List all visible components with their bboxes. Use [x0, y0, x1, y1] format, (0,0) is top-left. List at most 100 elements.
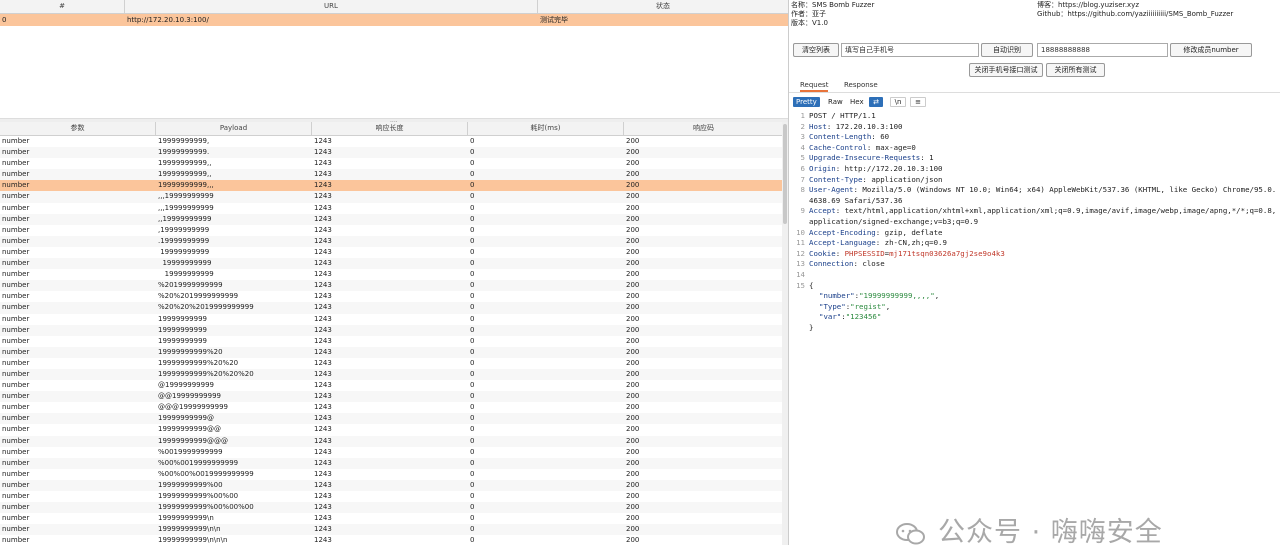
- view-pretty[interactable]: Pretty: [793, 97, 820, 107]
- cell-param: number: [2, 270, 30, 279]
- cell-time: 0: [470, 381, 475, 390]
- table-row[interactable]: number 19999999999 1243 0 200: [0, 324, 783, 336]
- line-number: 15: [796, 280, 805, 290]
- cell-length: 1243: [314, 514, 332, 523]
- payload-scrollbar[interactable]: [782, 122, 788, 545]
- table-row[interactable]: number 19999999999 1243 0 200: [0, 247, 783, 258]
- tab-bar: Request Response: [789, 80, 1280, 92]
- table-row[interactable]: number %0019999999999 1243 0 200: [0, 447, 783, 458]
- cell-time: 0: [470, 369, 475, 378]
- newline-icon[interactable]: \n: [890, 97, 906, 107]
- cell-length: 1243: [314, 303, 332, 312]
- code-line: 9 Accept: text/html,application/xhtml+xml…: [791, 206, 1278, 227]
- param-input[interactable]: 填写自己手机号: [841, 43, 979, 57]
- table-row[interactable]: number 19999999999,,, 1243 0 200: [0, 180, 783, 192]
- table-row[interactable]: number 19999999999, 1243 0 200: [0, 136, 783, 147]
- table-row[interactable]: number 19999999999 1243 0 200: [0, 314, 783, 325]
- view-raw[interactable]: Raw: [825, 97, 846, 107]
- table-row[interactable]: number 19999999999%20%20%20 1243 0 200: [0, 368, 783, 381]
- cell-param: number: [2, 181, 30, 190]
- cell-length: 1243: [314, 525, 332, 534]
- table-row[interactable]: number 19999999999\n\n\n 1243 0 200: [0, 535, 783, 545]
- table-row[interactable]: number ,19999999999 1243 0 200: [0, 225, 783, 236]
- view-hex[interactable]: Hex: [847, 97, 867, 107]
- request-editor[interactable]: 1 POST / HTTP/1.1 2 Host: 172.20.10.3:100 3 C…: [791, 111, 1278, 333]
- table-row[interactable]: number 19999999999@ 1243 0 200: [0, 413, 783, 425]
- plugin-version: 版本：V1.0: [791, 19, 828, 27]
- table-row[interactable]: number %00%0019999999999 1243 0 200: [0, 457, 783, 469]
- col-code-header[interactable]: 响应码: [624, 122, 783, 135]
- table-row[interactable]: number 19999999999\n\n 1243 0 200: [0, 524, 783, 536]
- col-status-header[interactable]: 状态: [538, 0, 788, 13]
- table-row[interactable]: number 19999999999,, 1243 0 200: [0, 169, 783, 181]
- table-row[interactable]: number 19999999999%00 1243 0 200: [0, 479, 783, 491]
- url-table: # URL 状态 0 http://172.20.10.3:100/ 测试完毕: [0, 0, 788, 118]
- table-row[interactable]: number ,,,19999999999 1243 0 200: [0, 191, 783, 203]
- cell-length: 1243: [314, 358, 332, 367]
- tab-response[interactable]: Response: [844, 80, 878, 90]
- cell-param: number: [2, 292, 30, 301]
- table-row[interactable]: number %20%20%2019999999999 1243 0 200: [0, 302, 783, 314]
- line-number: [791, 302, 805, 313]
- cell-time: 0: [470, 347, 475, 356]
- table-row[interactable]: number @19999999999 1243 0 200: [0, 380, 783, 391]
- cell-length: 1243: [314, 247, 332, 256]
- table-row[interactable]: number ,,,19999999999 1243 0 200: [0, 203, 783, 214]
- close-fuzz-button[interactable]: 关闭手机号接口测试: [969, 63, 1043, 77]
- cell-length: 1243: [314, 148, 332, 157]
- phone-input[interactable]: 18888888888: [1037, 43, 1168, 57]
- table-row[interactable]: number 19999999999 1243 0 200: [0, 258, 783, 270]
- table-row[interactable]: number %2019999999999 1243 0 200: [0, 280, 783, 292]
- table-row[interactable]: number @@19999999999 1243 0 200: [0, 391, 783, 403]
- code-line: 12 Cookie: PHPSESSID=mj171tsqn03626a7gj2s…: [791, 249, 1278, 260]
- table-row[interactable]: number 19999999999\n 1243 0 200: [0, 513, 783, 524]
- close-all-button[interactable]: 关闭所有测试: [1046, 63, 1105, 77]
- menu-icon[interactable]: ≡: [910, 97, 926, 107]
- cell-param: number: [2, 458, 30, 467]
- cell-code: 200: [626, 503, 640, 512]
- cell-code: 200: [626, 281, 640, 290]
- col-url-header[interactable]: URL: [125, 0, 538, 13]
- cell-code: 200: [626, 303, 640, 312]
- cell-time: 0: [470, 192, 475, 201]
- scrollbar-thumb[interactable]: [783, 124, 787, 224]
- modify-number-button[interactable]: 修改成员number: [1170, 43, 1252, 57]
- line-text: POST / HTTP/1.1: [809, 111, 1278, 122]
- col-param-header[interactable]: 参数: [0, 122, 156, 135]
- table-row[interactable]: number 19999999999,, 1243 0 200: [0, 158, 783, 169]
- table-row[interactable]: number 19999999999@@@ 1243 0 200: [0, 435, 783, 447]
- cell-time: 0: [470, 336, 475, 345]
- table-row[interactable]: number %20%2019999999999 1243 0 200: [0, 291, 783, 302]
- table-row[interactable]: number 19999999999%20 1243 0 200: [0, 346, 783, 358]
- json-value: "123456": [845, 312, 882, 322]
- col-id-header[interactable]: #: [0, 0, 125, 13]
- header-value: text/html,application/xhtml+xml,applicat…: [809, 206, 1277, 226]
- col-time-header[interactable]: 耗时(ms): [468, 122, 624, 135]
- table-row[interactable]: number 19999999999 1243 0 200: [0, 336, 783, 347]
- cell-payload: 19999999999%00%00%00: [158, 503, 254, 512]
- clear-list-button[interactable]: 清空列表: [793, 43, 839, 57]
- table-row[interactable]: number @@@19999999999 1243 0 200: [0, 402, 783, 413]
- cell-time: 0: [470, 403, 475, 412]
- table-row[interactable]: number ,,19999999999 1243 0 200: [0, 213, 783, 225]
- table-row[interactable]: number 19999999999%00%00%00 1243 0 200: [0, 502, 783, 514]
- table-row[interactable]: number 19999999999%20%20 1243 0 200: [0, 358, 783, 369]
- url-table-row[interactable]: 0 http://172.20.10.3:100/ 测试完毕: [0, 14, 788, 26]
- cell-param: number: [2, 347, 30, 356]
- auto-identify-button[interactable]: 自动识别: [981, 43, 1033, 57]
- table-row[interactable]: number .19999999999 1243 0 200: [0, 235, 783, 247]
- table-row[interactable]: number 19999999999%00%00 1243 0 200: [0, 491, 783, 502]
- table-row[interactable]: number 19999999999@@ 1243 0 200: [0, 424, 783, 435]
- col-payload-header[interactable]: Payload: [156, 122, 312, 135]
- line-number: [791, 291, 805, 302]
- table-row[interactable]: number 19999999999 1243 0 200: [0, 269, 783, 280]
- table-row[interactable]: number 19999999999. 1243 0 200: [0, 147, 783, 159]
- code-line: 6 Origin: http://172.20.10.3:100: [791, 164, 1278, 175]
- code-line: 2 Host: 172.20.10.3:100: [791, 122, 1278, 133]
- payload-table-header: 参数 Payload 响应长度 耗时(ms) 响应码: [0, 122, 783, 136]
- table-row[interactable]: number %00%00%0019999999999 1243 0 200: [0, 469, 783, 480]
- wrap-icon[interactable]: ⇄: [869, 97, 883, 107]
- col-length-header[interactable]: 响应长度: [312, 122, 468, 135]
- tab-request[interactable]: Request: [800, 80, 829, 92]
- cell-length: 1243: [314, 436, 332, 445]
